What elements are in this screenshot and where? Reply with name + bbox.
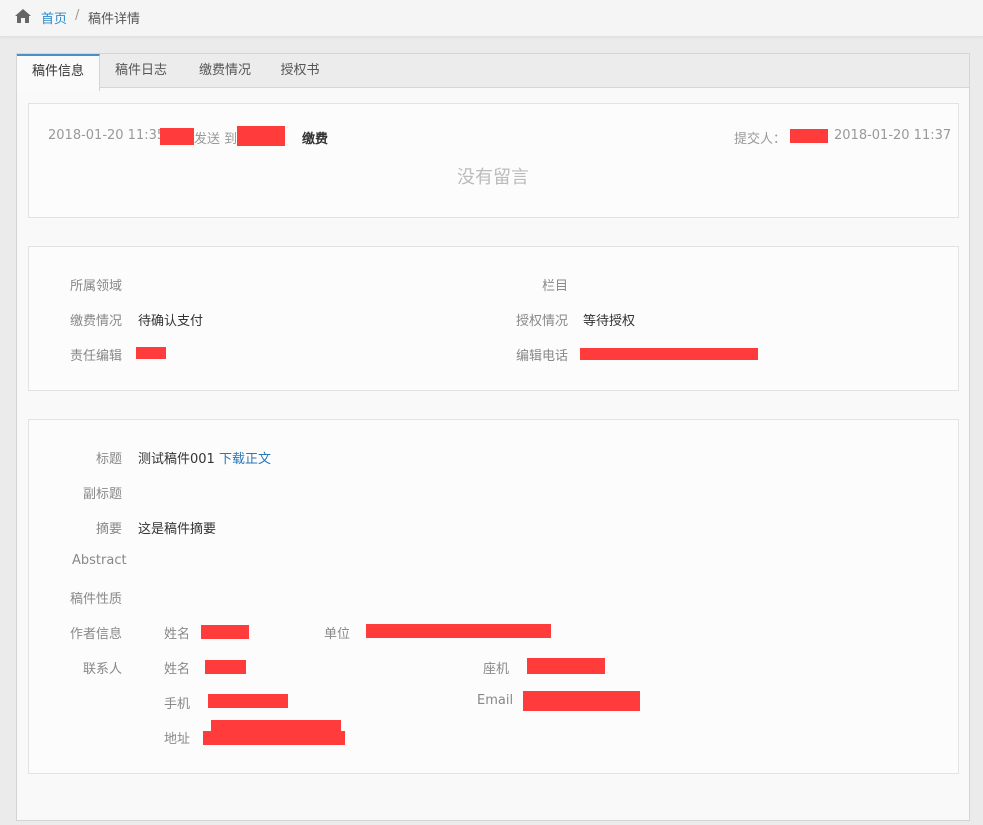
fee-label: 缴费情况	[70, 314, 123, 329]
column-label: 栏目	[542, 279, 569, 294]
redacted-contact-name	[205, 660, 246, 674]
landline-label: 座机	[483, 662, 510, 677]
author-info-label: 作者信息	[70, 627, 123, 642]
redacted-author-unit	[366, 624, 551, 638]
message-card: 2018-01-20 11:35 发送 到 缴费 提交人： 2018-01-20…	[28, 103, 959, 218]
redacted-landline	[527, 658, 605, 674]
subtitle-label: 副标题	[83, 487, 123, 502]
auth-value: 等待授权	[583, 314, 636, 329]
contact-name-label: 姓名	[164, 662, 191, 677]
redacted-email	[523, 691, 640, 711]
breadcrumb-separator: /	[75, 8, 80, 23]
message-time: 2018-01-20 11:35	[48, 128, 166, 143]
author-name-label: 姓名	[164, 627, 191, 642]
tab-payment[interactable]: 缴费情况	[185, 54, 265, 88]
redacted-editor-phone	[580, 348, 758, 360]
nature-label: 稿件性质	[70, 592, 123, 607]
sent-to-text: 发送 到	[194, 132, 238, 147]
redacted-author-name	[201, 625, 249, 639]
tab-authorization[interactable]: 授权书	[267, 54, 333, 88]
tab-manuscript-log[interactable]: 稿件日志	[101, 54, 181, 88]
redacted-address-line2	[203, 731, 345, 745]
breadcrumb-current: 稿件详情	[88, 12, 141, 27]
editor-phone-label: 编辑电话	[516, 349, 569, 364]
home-icon[interactable]	[14, 8, 32, 28]
email-label: Email	[477, 693, 514, 708]
submit-time: 2018-01-20 11:37	[834, 128, 952, 143]
field-label: 所属领域	[70, 279, 123, 294]
title-label: 标题	[96, 452, 123, 467]
abstract-label: Abstract	[72, 553, 127, 568]
message-action: 缴费	[302, 132, 329, 147]
submitter-label: 提交人：	[734, 132, 787, 147]
manuscript-card: 标题 测试稿件001 下载正文 副标题 摘要 这是稿件摘要 Abstract 稿…	[28, 419, 959, 774]
summary-label: 摘要	[96, 522, 123, 537]
tab-bar: 稿件信息 稿件日志 缴费情况 授权书	[17, 54, 969, 91]
auth-label: 授权情况	[516, 314, 569, 329]
redacted-submitter	[790, 129, 828, 143]
mobile-label: 手机	[164, 697, 191, 712]
info-card: 所属领域 栏目 缴费情况 待确认支付 授权情况 等待授权 责任编辑 编辑电话	[28, 246, 959, 391]
redacted-editor	[136, 347, 166, 359]
address-label: 地址	[164, 732, 191, 747]
redacted-mobile	[208, 694, 288, 708]
summary-value: 这是稿件摘要	[138, 522, 217, 537]
author-unit-label: 单位	[324, 627, 351, 642]
redacted-sender	[160, 128, 194, 145]
empty-message-text: 没有留言	[457, 167, 529, 188]
fee-value: 待确认支付	[138, 314, 204, 329]
detail-panel: 稿件信息 稿件日志 缴费情况 授权书 2018-01-20 11:35 发送 到…	[16, 53, 970, 821]
contact-label: 联系人	[83, 662, 123, 677]
editor-label: 责任编辑	[70, 349, 123, 364]
title-value: 测试稿件001	[138, 452, 215, 467]
download-link[interactable]: 下载正文	[219, 448, 271, 467]
breadcrumb-home-link[interactable]: 首页	[41, 8, 67, 27]
tab-manuscript-info[interactable]: 稿件信息	[17, 54, 100, 91]
redacted-recipient	[237, 126, 285, 146]
breadcrumb: 首页 / 稿件详情	[0, 0, 983, 37]
